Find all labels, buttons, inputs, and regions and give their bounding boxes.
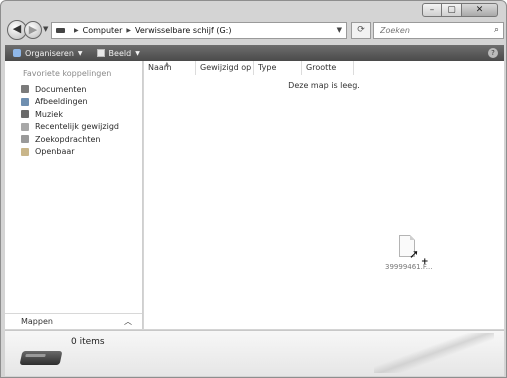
sort-arrow-icon: ▲: [165, 61, 169, 67]
forward-arrow-icon: ▶: [28, 23, 38, 36]
nav-item-label: Recentelijk gewijzigd: [35, 122, 119, 131]
address-row: ◀ ▶ ▼ ▶ Computer ▶ Verwisselbare schijf …: [5, 19, 504, 43]
caption-buttons: – ▢ ✕: [422, 3, 498, 17]
music-icon: [21, 110, 29, 118]
breadcrumb-separator-icon[interactable]: ▶: [74, 27, 79, 34]
nav-item-recent[interactable]: Recentelijk gewijzigd: [21, 121, 119, 133]
column-headers: ▲ Naam Gewijzigd op Type Grootte: [144, 61, 354, 75]
minimize-button[interactable]: –: [422, 3, 442, 17]
folders-label: Mappen: [21, 317, 53, 326]
column-header-label: Gewijzigd op: [200, 63, 252, 72]
column-header-type[interactable]: Type: [254, 61, 302, 75]
column-header-size[interactable]: Grootte: [302, 61, 354, 75]
items-count: 0 items: [71, 337, 105, 347]
organize-label: Organiseren: [25, 48, 74, 58]
explorer-window: – ▢ ✕ ◀ ▶ ▼ ▶ Computer ▶ Verwisselbare s…: [0, 0, 507, 378]
chevron-up-icon: ︿: [124, 317, 132, 326]
column-header-name[interactable]: ▲ Naam: [144, 61, 196, 75]
nav-item-public[interactable]: Openbaar: [21, 146, 119, 158]
column-header-date-modified[interactable]: Gewijzigd op: [196, 61, 254, 75]
nav-item-music[interactable]: Muziek: [21, 108, 119, 120]
cursor-arrow-icon: ➚: [409, 247, 420, 261]
nav-item-documents[interactable]: Documenten: [21, 83, 119, 95]
dragged-file[interactable]: ➚ + 39999461.F...: [385, 231, 433, 275]
nav-item-label: Afbeeldingen: [35, 97, 88, 106]
folders-toggle[interactable]: Mappen ︿: [5, 313, 142, 329]
command-toolbar: Organiseren ▼ Beeld ▼ ?: [5, 45, 504, 61]
nav-item-label: Zoekopdrachten: [35, 134, 101, 144]
recent-icon: [21, 122, 29, 131]
empty-folder-message: Deze map is leeg.: [288, 81, 360, 90]
view-menu-button[interactable]: Beeld ▼: [96, 48, 140, 58]
back-arrow-icon: ◀: [12, 22, 22, 35]
details-pane: 0 items: [5, 330, 504, 376]
breadcrumb-computer[interactable]: Computer: [83, 26, 123, 35]
view-label: Beeld: [108, 48, 132, 58]
dragged-file-name: 39999461.F...: [385, 263, 433, 271]
view-icon: [96, 49, 105, 57]
searches-icon: [21, 135, 29, 143]
search-icon[interactable]: ⌕: [494, 25, 499, 35]
breadcrumb-drive[interactable]: Verwisselbare schijf (G:): [135, 26, 231, 35]
breadcrumb-separator-icon[interactable]: ▶: [126, 27, 131, 34]
close-button[interactable]: ✕: [462, 3, 498, 17]
refresh-button[interactable]: ⟳: [351, 22, 371, 39]
removable-drive-icon: [19, 351, 63, 365]
favorites-heading: Favoriete koppelingen: [23, 69, 112, 78]
organize-icon: [13, 49, 21, 57]
column-header-label: Grootte: [306, 63, 337, 72]
nav-item-label: Muziek: [35, 109, 63, 119]
chevron-down-icon: ▼: [135, 49, 140, 57]
nav-item-searches[interactable]: Zoekopdrachten: [21, 133, 119, 145]
decorative-swoosh: [374, 333, 494, 373]
recent-pages-dropdown[interactable]: ▼: [43, 25, 48, 33]
public-folder-icon: [21, 147, 29, 156]
pictures-icon: [21, 97, 29, 106]
refresh-icon: ⟳: [357, 25, 365, 35]
maximize-button[interactable]: ▢: [442, 3, 462, 17]
nav-item-label: Openbaar: [35, 147, 75, 156]
drive-icon: [56, 28, 65, 33]
nav-item-label: Documenten: [35, 84, 87, 94]
help-icon[interactable]: ?: [488, 48, 498, 58]
documents-icon: [21, 85, 29, 93]
nav-item-pictures[interactable]: Afbeeldingen: [21, 96, 119, 108]
search-input[interactable]: [380, 26, 480, 35]
navigation-pane: Favoriete koppelingen Documenten Afbeeld…: [5, 61, 143, 329]
organize-menu-button[interactable]: Organiseren ▼: [13, 49, 83, 58]
column-header-label: Type: [258, 63, 277, 72]
favorites-list: Documenten Afbeeldingen Muziek Recenteli…: [21, 83, 119, 158]
file-list-pane[interactable]: ▲ Naam Gewijzigd op Type Grootte Deze ma…: [144, 61, 504, 329]
address-dropdown-icon[interactable]: ▼: [337, 26, 342, 34]
search-box[interactable]: ⌕: [373, 22, 504, 39]
address-bar[interactable]: ▶ Computer ▶ Verwisselbare schijf (G:) ▼: [51, 22, 347, 39]
forward-button[interactable]: ▶: [24, 21, 42, 39]
chevron-down-icon: ▼: [77, 49, 83, 57]
